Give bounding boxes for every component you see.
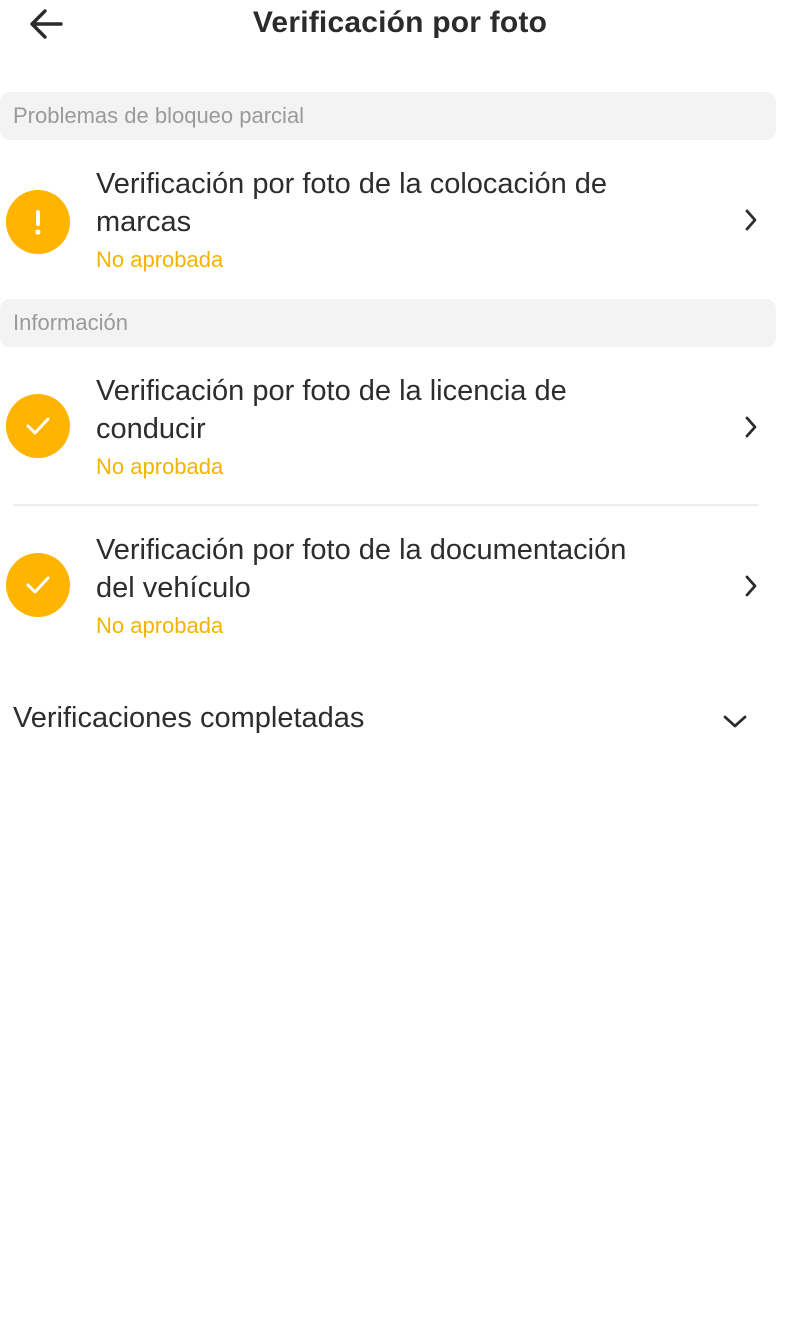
item-status: No aprobada bbox=[96, 247, 224, 272]
section-header-partial-block: Problemas de bloqueo parcial bbox=[0, 92, 776, 140]
exclamation-icon bbox=[35, 210, 41, 235]
page-title: Verificación por foto bbox=[252, 6, 548, 39]
item-title-line-2: conducir bbox=[96, 413, 206, 445]
chevron-right-icon bbox=[738, 207, 764, 233]
verification-item-vehicle-documents[interactable]: Verificación por foto de la documentació… bbox=[0, 516, 790, 656]
top-bar: Verificación por foto bbox=[0, 0, 800, 50]
check-icon bbox=[26, 417, 50, 435]
warning-status-badge bbox=[6, 190, 70, 254]
chevron-right-icon bbox=[738, 573, 764, 599]
completed-verifications-label: Verificaciones completadas bbox=[13, 702, 365, 734]
item-title: Verificación por foto de la colocación d… bbox=[96, 165, 716, 241]
item-title-line-1: Verificación por foto de la colocación d… bbox=[96, 168, 608, 200]
chevron-right-icon bbox=[738, 414, 764, 440]
item-title-line-1: Verificación por foto de la licencia de bbox=[96, 375, 567, 407]
verification-item-driver-license[interactable]: Verificación por foto de la licencia de … bbox=[0, 357, 790, 497]
verification-item-brand-placement[interactable]: Verificación por foto de la colocación d… bbox=[0, 150, 790, 282]
item-status: No aprobada bbox=[96, 613, 224, 638]
item-title-line-2: marcas bbox=[96, 206, 192, 238]
list-divider bbox=[13, 504, 759, 506]
check-icon bbox=[26, 576, 50, 594]
approved-status-badge bbox=[6, 394, 70, 458]
item-title-line-2: del vehículo bbox=[96, 572, 251, 604]
item-title-line-1: Verificación por foto de la documentació… bbox=[96, 534, 627, 566]
chevron-down-icon bbox=[720, 706, 750, 736]
section-header-information: Información bbox=[0, 299, 776, 347]
item-title: Verificación por foto de la documentació… bbox=[96, 531, 716, 607]
item-status: No aprobada bbox=[96, 454, 224, 479]
completed-verifications-toggle[interactable]: Verificaciones completadas bbox=[0, 696, 790, 746]
approved-status-badge bbox=[6, 553, 70, 617]
item-title: Verificación por foto de la licencia de … bbox=[96, 372, 716, 448]
